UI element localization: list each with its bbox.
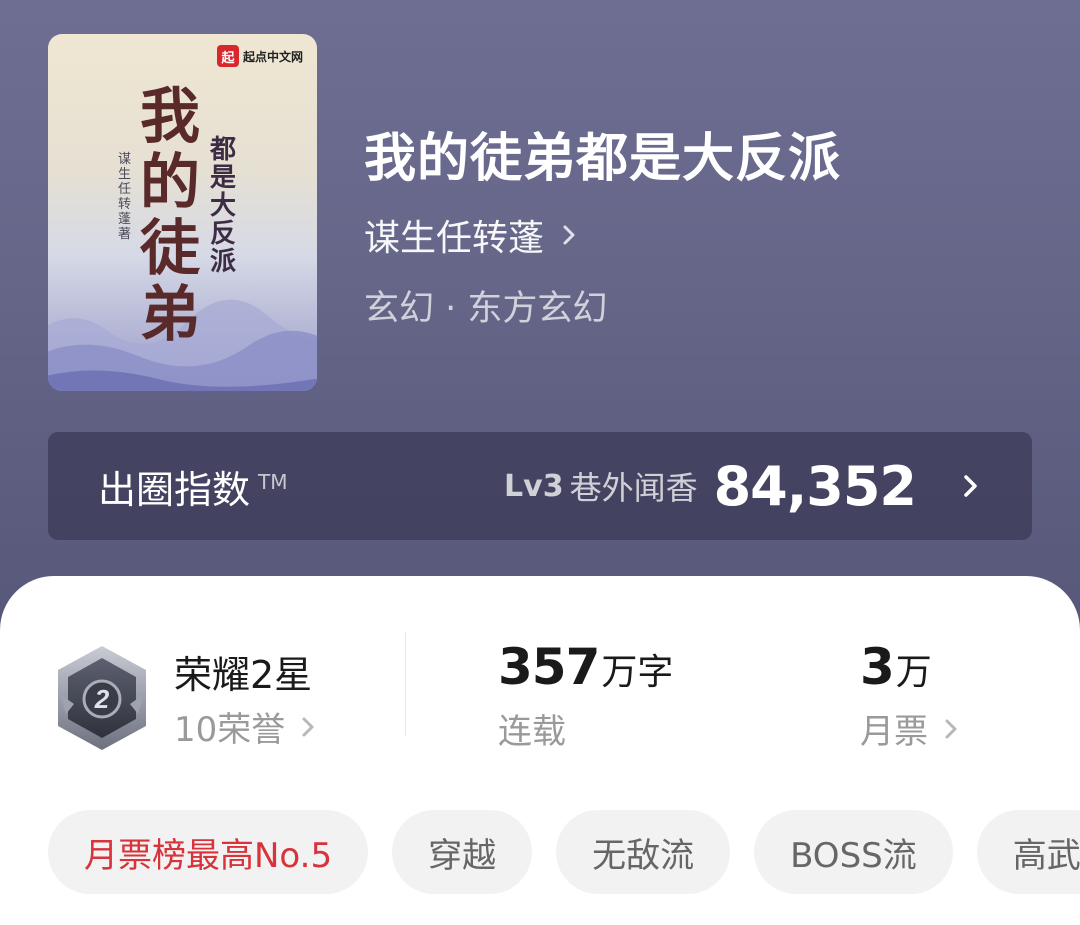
popularity-index-bar[interactable]: 出圈指数 TM Lv3 巷外闻香 84,352 [48,432,1032,540]
honor-stat[interactable]: 2 荣耀2星 10荣誉 [52,644,392,754]
word-count-number: 357 [498,638,600,696]
cover-subtitle-char: 大 [210,191,237,221]
index-level: Lv3 [504,468,564,504]
cover-subtitle-char: 反 [210,219,237,249]
brand-mark: 起 [216,45,239,67]
cover-title-char: 徒 [140,214,200,284]
word-count-value: 357万字 [498,638,673,696]
cover-title-char: 的 [140,148,200,218]
cover-subtitle-vertical: 都 是 大 反 派 [210,136,236,276]
monthly-ticket-unit: 万 [895,652,932,693]
tag-item[interactable]: 无敌流 [556,810,731,894]
book-genre: 玄幻 · 东方玄幻 [364,289,608,329]
cover-subtitle-char: 派 [210,247,237,277]
monthly-ticket-label-row: 月票 [860,704,958,753]
monthly-ticket-value: 3万 [860,638,958,696]
stat-divider [405,632,406,736]
monthly-ticket-label: 月票 [860,712,928,752]
serial-status: 连载 [498,712,566,752]
tag-item[interactable]: 穿越 [392,810,533,894]
cover-subtitle-char: 都 [210,135,237,165]
book-header: 起 起点中文网 谋 生 任 转 蓬 著 我 的 徒 弟 都 是 大 反 派 我的… [0,0,1080,620]
index-score: 84,352 [713,454,917,518]
honor-badge-icon: 2 [58,646,146,750]
book-info-card: 2 荣耀2星 10荣誉 357万字 连载 3万 月票 月票榜最高No.5 穿越 … [0,576,1080,925]
tag-ranking[interactable]: 月票榜最高No.5 [48,810,369,894]
tag-item[interactable]: 高武 [976,810,1080,894]
index-label-text: 出圈指数 [98,467,251,512]
honor-count: 10荣誉 [174,710,286,750]
cover-subtitle-char: 是 [210,163,237,193]
author-name: 谋生任转蓬 [364,218,545,259]
cover-title-char: 我 [140,82,200,152]
cover-author-char: 转 [118,197,132,212]
cover-author-char: 任 [118,182,132,197]
tag-row: 月票榜最高No.5 穿越 无敌流 BOSS流 高武 [48,810,1080,894]
word-count-unit: 万字 [601,652,674,693]
badge-number: 2 [94,684,110,714]
chevron-right-icon [302,717,314,736]
cover-title-char: 弟 [140,280,200,350]
monthly-ticket-number: 3 [860,638,895,696]
author-link[interactable]: 谋生任转蓬 [364,209,580,261]
trademark-mark: TM [258,469,288,494]
chevron-right-icon [563,225,575,245]
tag-list: 月票榜最高No.5 穿越 无敌流 BOSS流 高武 [48,810,1080,894]
monthly-ticket-stat[interactable]: 3万 月票 [860,638,958,753]
popularity-index-value: Lv3 巷外闻香 84,352 [504,455,980,518]
cover-author-char: 蓬 [118,212,132,227]
book-cover[interactable]: 起 起点中文网 谋 生 任 转 蓬 著 我 的 徒 弟 都 是 大 反 派 [48,34,317,391]
word-count-stat: 357万字 连载 [498,638,673,753]
cover-author-char: 生 [118,167,132,182]
popularity-index-label: 出圈指数 TM [98,459,288,514]
cover-author-vertical: 谋 生 任 转 蓬 著 [118,152,131,242]
cover-author-char: 著 [118,227,132,242]
book-title: 我的徒弟都是大反派 [364,128,842,189]
tag-item[interactable]: BOSS流 [754,810,953,894]
brand-name: 起点中文网 [242,49,303,64]
chevron-right-icon [964,475,977,497]
honor-level: 荣耀2星 [174,653,313,697]
cover-title-vertical: 我 的 徒 弟 [140,84,200,348]
index-level-name: 巷外闻香 [569,469,698,507]
chevron-right-icon [945,719,957,738]
honor-count-row: 10荣誉 [174,702,315,751]
cover-author-char: 谋 [118,152,132,167]
cover-brand-logo: 起 起点中文网 [216,44,303,68]
